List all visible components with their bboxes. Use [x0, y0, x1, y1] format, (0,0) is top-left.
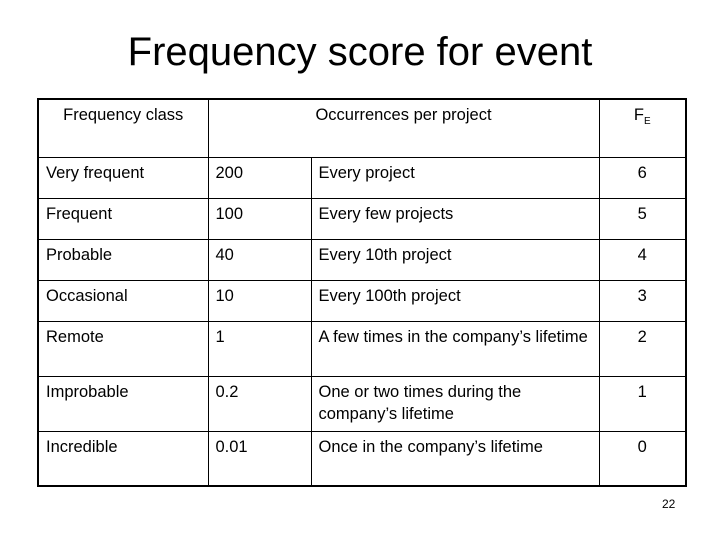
cell-description: Every project — [310, 156, 600, 199]
table-row: Remote 1 A few times in the company’s li… — [37, 320, 687, 377]
table-row: Improbable 0.2 One or two times during t… — [37, 375, 687, 432]
cell-description: Every 100th project — [310, 279, 600, 322]
cell-class: Very frequent — [37, 156, 209, 199]
cell-occurrences: 100 — [207, 197, 312, 240]
cell-occurrences: 10 — [207, 279, 312, 322]
table-row: Incredible 0.01 Once in the company’s li… — [37, 430, 687, 487]
cell-description: A few times in the company’s lifetime — [310, 320, 600, 377]
header-fe-main: F — [633, 106, 644, 124]
cell-occurrences: 1 — [207, 320, 312, 377]
cell-description: Every 10th project — [310, 238, 600, 281]
table-row: Probable 40 Every 10th project 4 — [37, 238, 687, 281]
cell-description: Every few projects — [310, 197, 600, 240]
page-number: 22 — [662, 497, 676, 511]
table-header-row: Frequency class Occurrences per project … — [37, 98, 687, 158]
cell-class: Probable — [37, 238, 209, 281]
cell-class: Remote — [37, 320, 209, 377]
cell-fe: 6 — [598, 156, 687, 199]
table-row: Frequent 100 Every few projects 5 — [37, 197, 687, 240]
cell-fe: 4 — [598, 238, 687, 281]
cell-occurrences: 0.01 — [207, 430, 312, 487]
cell-occurrences: 40 — [207, 238, 312, 281]
cell-class: Incredible — [37, 430, 209, 487]
cell-fe: 5 — [598, 197, 687, 240]
cell-occurrences: 200 — [207, 156, 312, 199]
cell-fe: 3 — [598, 279, 687, 322]
cell-occurrences: 0.2 — [207, 375, 312, 432]
frequency-table: Frequency class Occurrences per project … — [37, 98, 687, 487]
cell-description: One or two times during the company’s li… — [310, 375, 600, 432]
cell-description: Once in the company’s lifetime — [310, 430, 600, 487]
cell-fe: 2 — [598, 320, 687, 377]
slide-title: Frequency score for event — [127, 30, 593, 74]
table-row: Occasional 10 Every 100th project 3 — [37, 279, 687, 322]
header-fe: FE — [598, 98, 687, 158]
header-occurrences: Occurrences per project — [207, 98, 600, 158]
table-row: Very frequent 200 Every project 6 — [37, 156, 687, 199]
cell-fe: 1 — [598, 375, 687, 432]
cell-class: Occasional — [37, 279, 209, 322]
cell-class: Frequent — [37, 197, 209, 240]
cell-fe: 0 — [598, 430, 687, 487]
cell-class: Improbable — [37, 375, 209, 432]
header-fe-sub: E — [643, 116, 651, 127]
header-frequency-class: Frequency class — [37, 98, 209, 158]
